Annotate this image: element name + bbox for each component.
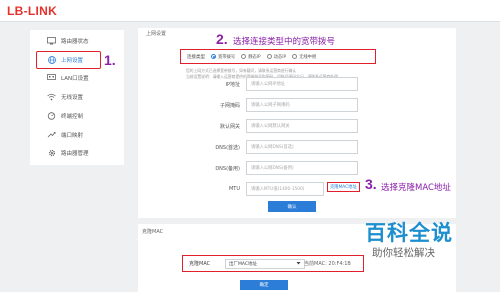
clone-mac-select[interactable]: 出厂MAC地址 <box>225 258 305 269</box>
radio-dot <box>241 54 247 59</box>
sidebar-item-lan-settings[interactable]: LAN口设置 <box>30 70 124 86</box>
radio-label: 宽带拨号 <box>218 54 236 60</box>
wifi-icon <box>47 93 56 102</box>
annotation-step-3-text: 选择克隆MAC地址 <box>381 183 451 193</box>
annotation-step-3-number: 3. <box>365 176 377 192</box>
port-mapping-icon <box>47 131 56 140</box>
sidebar-item-label: 端口映射 <box>61 133 84 139</box>
sidebar-item-label: 终端控制 <box>61 114 84 120</box>
lan-icon <box>47 74 56 83</box>
dns-primary-input[interactable]: 请输入公网DNS(首选) <box>246 140 358 154</box>
monitor-icon <box>47 37 56 46</box>
radio-label: 静态IP <box>248 54 261 60</box>
gear-icon <box>47 149 56 158</box>
sidebar-item-label: 路由器状态 <box>61 39 89 45</box>
internet-section-title: 上网设置 <box>146 31 167 37</box>
radio-wireless-repeater[interactable]: 无线中继 <box>292 54 316 60</box>
confirm-button[interactable]: 确认 <box>268 201 316 212</box>
clone-mac-section-title: 克隆MAC <box>142 229 164 235</box>
subnet-mask-input[interactable]: 请输入公网子网掩码 <box>246 98 358 112</box>
default-gateway-input[interactable]: 请输入公网默认网关 <box>246 119 358 133</box>
clone-mac-selected-value: 出厂MAC地址 <box>229 261 258 267</box>
sidebar-item-router-management[interactable]: 路由器管理 <box>30 145 124 161</box>
ip-address-input[interactable]: 请输入公网IP地址 <box>246 77 358 91</box>
connection-type-row: 连接类型 宽带拨号 静态IP 动态IP 无线中继 <box>180 49 376 64</box>
radio-pppoe[interactable]: 宽带拨号 <box>211 54 235 60</box>
radio-dynamic-ip[interactable]: 动态IP <box>266 54 287 60</box>
annotation-step-2-text: 选择连接类型中的宽带拨号 <box>233 37 336 47</box>
mtu-label: MTU <box>228 186 240 192</box>
clone-mac-link[interactable]: 克隆MAC地址 <box>327 182 360 192</box>
sidebar-item-device-control[interactable]: 终端控制 <box>30 108 124 124</box>
highlight-box-internet-settings <box>36 51 101 69</box>
device-control-icon <box>47 112 56 121</box>
clone-mac-label: 克隆MAC <box>189 261 211 267</box>
watermark-title: 百科全说 <box>365 221 453 245</box>
sidebar-item-router-status[interactable]: 路由器状态 <box>30 33 124 49</box>
sidebar-item-wireless-settings[interactable]: 无线设置 <box>30 89 124 105</box>
radio-dot <box>292 54 298 59</box>
ip-address-label: IP地址 <box>225 82 241 88</box>
default-gateway-label: 默认网关 <box>219 124 240 130</box>
radio-dot <box>211 54 216 59</box>
dns-secondary-label: DNS(备用) <box>215 166 240 172</box>
connection-type-label: 连接类型 <box>187 54 205 60</box>
dns-primary-label: DNS(首选) <box>215 145 240 151</box>
annotation-step-1-number: 1. <box>104 52 116 68</box>
radio-dot <box>266 54 272 59</box>
sidebar-item-label: 无线设置 <box>61 95 84 101</box>
radio-label: 动态IP <box>273 54 287 60</box>
sidebar-item-label: LAN口设置 <box>61 76 89 82</box>
radio-static-ip[interactable]: 静态IP <box>241 54 261 60</box>
radio-label: 无线中继 <box>299 54 317 60</box>
current-mac-text: 当前MAC: 20:F4:1B <box>304 261 351 267</box>
dns-secondary-input[interactable]: 请输入公网DNS(备用) <box>246 161 358 175</box>
subnet-mask-label: 子网掩码 <box>219 103 240 109</box>
sidebar-item-port-mapping[interactable]: 端口映射 <box>30 127 124 143</box>
top-bar: LB-LINK <box>0 0 500 22</box>
watermark-subtitle: 助你轻松解决 <box>372 247 435 259</box>
annotation-step-2-number: 2. <box>216 31 228 47</box>
mtu-input[interactable]: 请输入MTU值(1400-1500) <box>246 182 324 196</box>
brand-logo[interactable]: LB-LINK <box>7 4 57 18</box>
sidebar-item-label: 路由器管理 <box>61 151 89 157</box>
chevron-down-icon <box>296 261 301 267</box>
clone-mac-confirm-button[interactable]: 确定 <box>240 280 288 290</box>
